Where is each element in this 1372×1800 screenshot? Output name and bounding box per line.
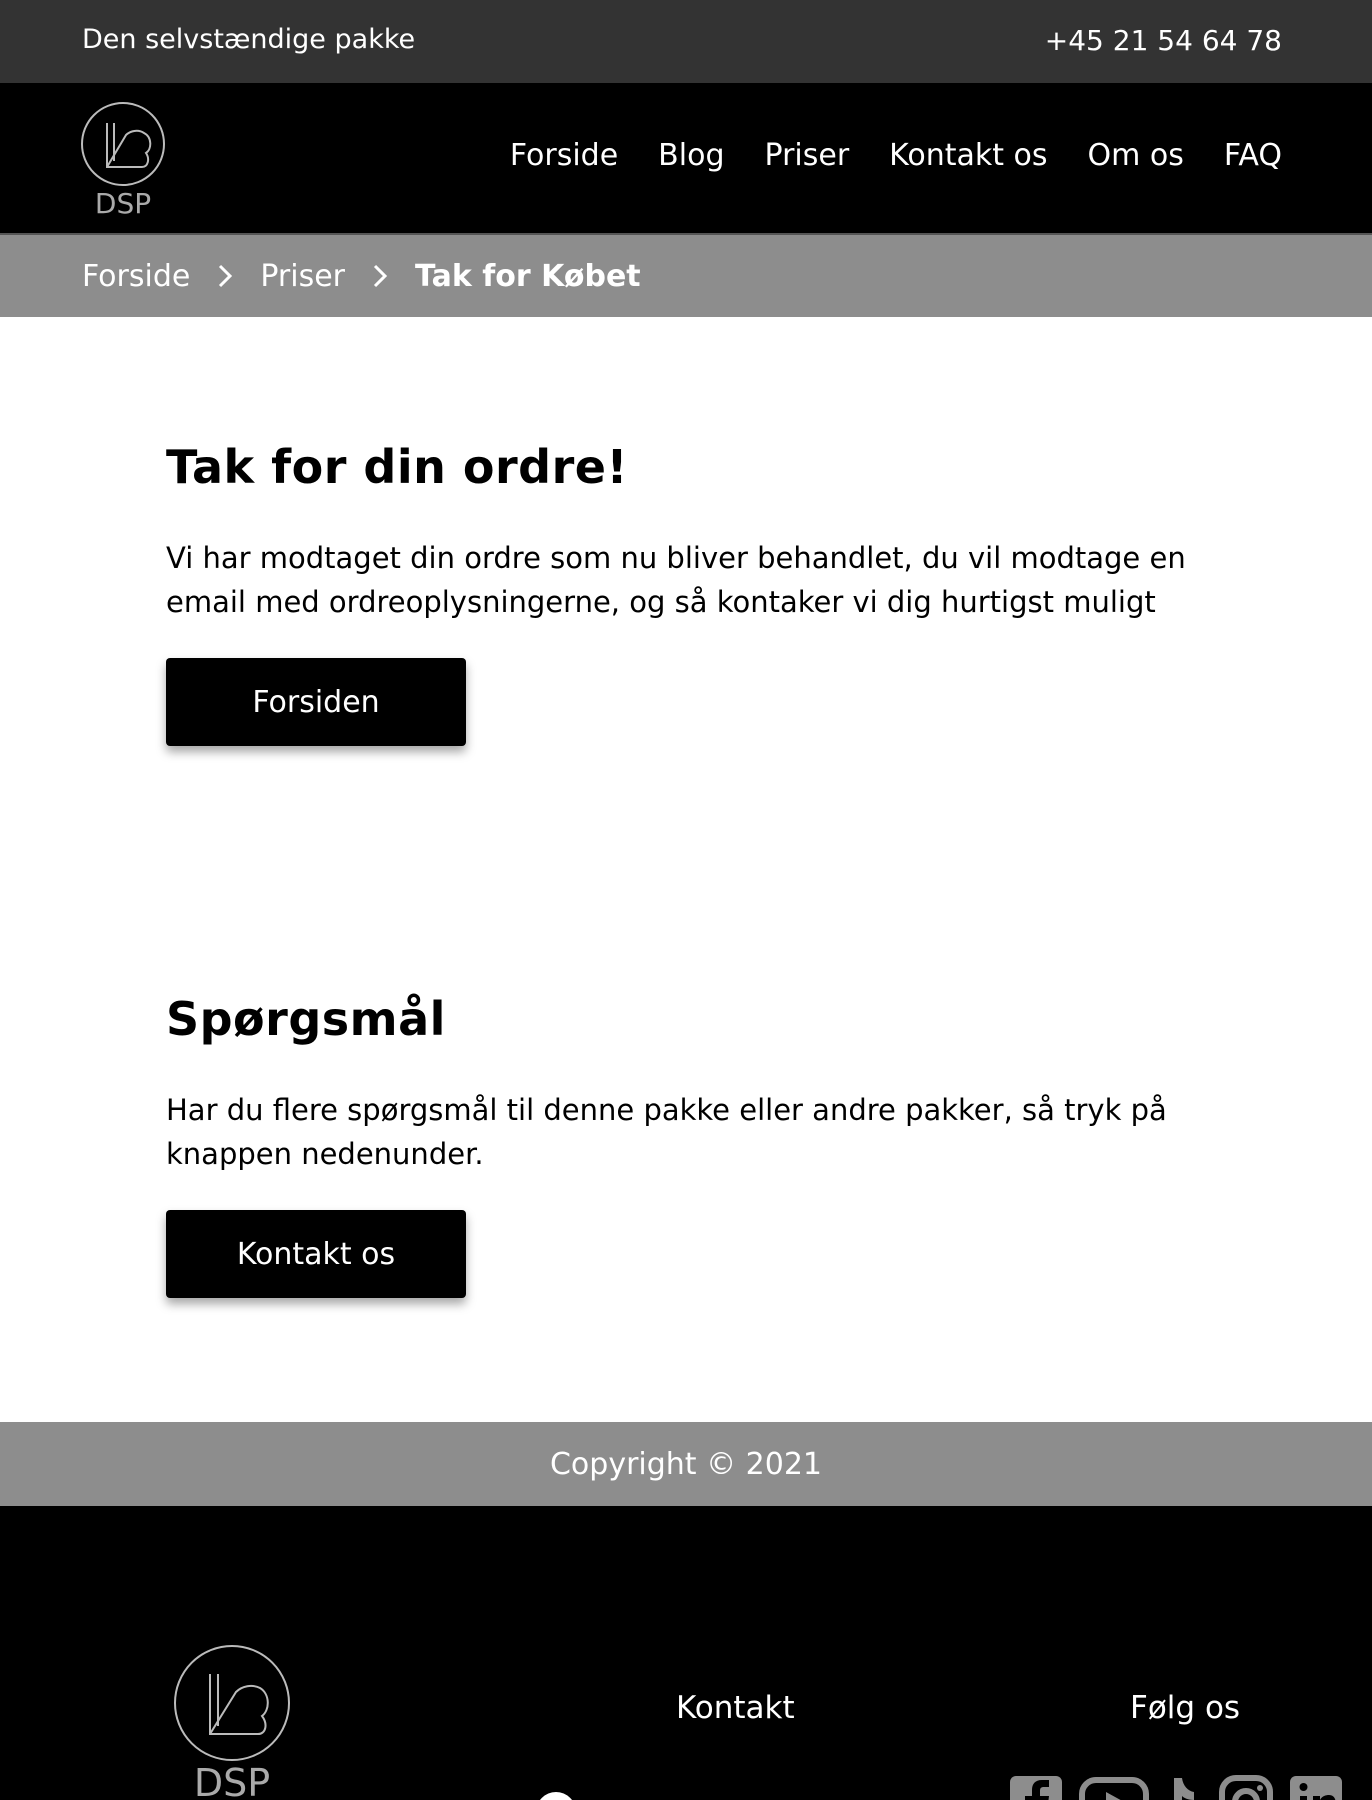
breadcrumb: Forside Priser Tak for Købet: [0, 235, 1372, 317]
footer: DSP Kontakt Følg os: [0, 1506, 1372, 1800]
footer-dsp-logo[interactable]: DSP: [172, 1644, 292, 1800]
questions-text: Har du flere spørgsmål til denne pakke e…: [166, 1093, 1167, 1171]
copyright-text: Copyright © 2021: [549, 1446, 822, 1482]
tiktok-icon[interactable]: [1148, 1774, 1204, 1800]
phone-icon: [534, 1790, 578, 1800]
questions-title: Spørgsmål: [166, 992, 446, 1046]
nav-item-priser[interactable]: Priser: [765, 138, 850, 173]
facebook-icon[interactable]: [1008, 1774, 1064, 1800]
logo-text: DSP: [95, 187, 151, 217]
main-nav: Forside Blog Priser Kontakt os Om os FAQ: [510, 138, 1282, 173]
forsiden-button[interactable]: Forsiden: [166, 658, 466, 746]
phone-link[interactable]: +45 21 54 64 78: [1045, 24, 1282, 57]
nav-item-faq[interactable]: FAQ: [1224, 138, 1282, 173]
youtube-icon[interactable]: [1078, 1774, 1149, 1800]
breadcrumb-priser[interactable]: Priser: [260, 259, 345, 294]
breadcrumb-current: Tak for Købet: [415, 258, 641, 294]
nav-item-forside[interactable]: Forside: [510, 138, 618, 173]
top-bar: Den selvstændige pakke +45 21 54 64 78: [0, 0, 1372, 83]
chevron-right-icon: [210, 261, 240, 291]
package-name: Den selvstændige pakke: [82, 24, 416, 55]
questions-section: Spørgsmål Har du flere spørgsmål til den…: [166, 992, 1206, 1298]
footer-logo-text: DSP: [194, 1761, 270, 1800]
main-navbar: DSP Forside Blog Priser Kontakt os Om os…: [0, 83, 1372, 235]
kontakt-os-button[interactable]: Kontakt os: [166, 1210, 466, 1298]
instagram-icon[interactable]: [1218, 1774, 1274, 1800]
nav-item-blog[interactable]: Blog: [658, 138, 724, 173]
thanks-text: Vi har modtaget din ordre som nu bliver …: [166, 541, 1186, 619]
nav-item-om-os[interactable]: Om os: [1088, 138, 1184, 173]
linkedin-icon[interactable]: [1288, 1774, 1344, 1800]
nav-item-kontakt-os[interactable]: Kontakt os: [889, 138, 1047, 173]
dsp-logo[interactable]: DSP: [80, 101, 166, 220]
chevron-right-icon: [365, 261, 395, 291]
social-links: [1008, 1774, 1344, 1800]
thanks-section: Tak for din ordre! Vi har modtaget din o…: [166, 440, 1206, 746]
footer-follow-title: Følg os: [1130, 1690, 1241, 1726]
thanks-title: Tak for din ordre!: [166, 440, 628, 494]
footer-contact-title: Kontakt: [676, 1690, 795, 1726]
breadcrumb-forside[interactable]: Forside: [82, 259, 190, 294]
copyright-bar: Copyright © 2021: [0, 1422, 1372, 1506]
